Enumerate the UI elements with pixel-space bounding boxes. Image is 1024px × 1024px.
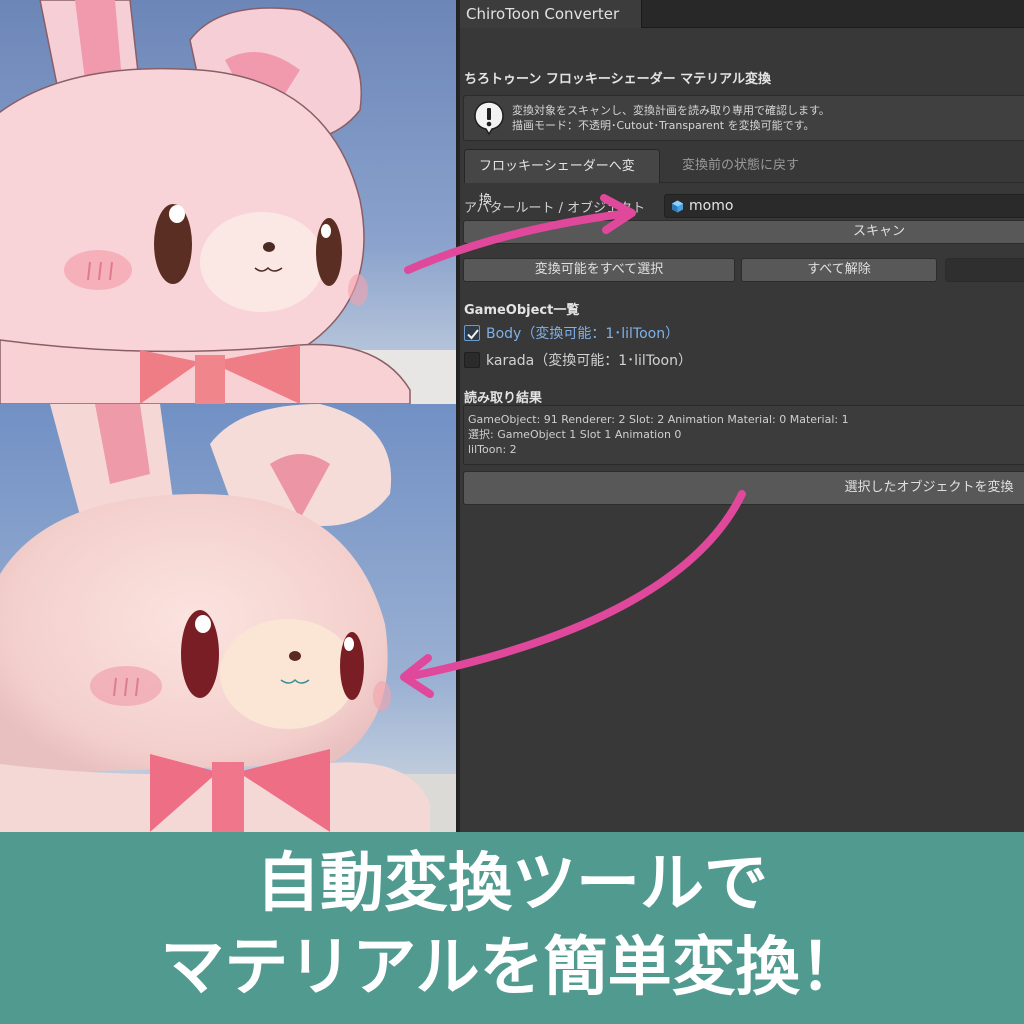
avatar-root-value: momo [689, 198, 734, 214]
converter-window: ChiroToon Converter ちろトゥーン フロッキーシェーダー マテ… [460, 0, 1024, 832]
banner-subheadline: マテリアルを簡単変換！ [160, 931, 864, 1005]
promo-banner: 自動変換ツールで マテリアルを簡単変換！ [0, 832, 1024, 1024]
window-tab[interactable]: ChiroToon Converter [460, 0, 642, 28]
convert-selected-button[interactable]: 選択したオブジェクトを変換 [463, 471, 1024, 505]
mode-tabs: フロッキーシェーダーへ変換 変換前の状態に戻す [464, 149, 1024, 208]
help-line: 描画モード：不透明･Cutout･Transparent を変換可能です。 [512, 119, 815, 132]
checkbox-checked[interactable] [464, 325, 480, 341]
preview-before-image [0, 0, 456, 404]
checkbox-unchecked[interactable] [464, 352, 480, 368]
extra-button[interactable] [945, 258, 1024, 282]
result-line: GameObject: 91 Renderer: 2 Slot: 2 Anima… [468, 413, 849, 426]
preview-after-image [0, 404, 456, 832]
list-item-label: Body（変換可能：1･lilToon） [486, 326, 680, 342]
avatar-root-label: アバタールート / オブジェクト [464, 201, 646, 216]
result-line: lilToon: 2 [468, 443, 517, 456]
avatar-root-field[interactable]: momo [664, 194, 1024, 218]
banner-headline: 自動変換ツールで [256, 847, 768, 921]
tab-revert[interactable]: 変換前の状態に戻す [668, 149, 813, 183]
convert-button-label: 選択したオブジェクトを変換 [844, 480, 1014, 495]
result-box: GameObject: 91 Renderer: 2 Slot: 2 Anima… [463, 405, 1024, 465]
exclamation-bubble-icon [474, 101, 504, 136]
checkmark-icon [467, 329, 479, 340]
clear-all-button[interactable]: すべて解除 [741, 258, 937, 282]
result-title: 読み取り結果 [464, 391, 543, 406]
page-title: ちろトゥーン フロッキーシェーダー マテリアル変換 [464, 72, 772, 87]
help-box: 変換対象をスキャンし、変換計画を読み取り専用で確認します。 描画モード：不透明･… [463, 95, 1024, 141]
window-titlebar: ChiroToon Converter [460, 0, 1024, 28]
scan-button[interactable]: スキャン [463, 220, 1024, 244]
scan-button-label: スキャン [852, 224, 905, 239]
result-line: 選択: GameObject 1 Slot 1 Animation 0 [468, 428, 682, 441]
select-all-convertible-button[interactable]: 変換可能をすべて選択 [463, 258, 735, 282]
help-text: 変換対象をスキャンし、変換計画を読み取り専用で確認します。 描画モード：不透明･… [512, 103, 830, 133]
help-line: 変換対象をスキャンし、変換計画を読み取り専用で確認します。 [512, 104, 830, 117]
list-item-label: karada（変換可能：1･lilToon） [486, 353, 692, 369]
tab-convert[interactable]: フロッキーシェーダーへ変換 [464, 149, 660, 208]
cube-icon [672, 200, 683, 213]
gameobject-list-title: GameObject一覧 [464, 303, 580, 318]
